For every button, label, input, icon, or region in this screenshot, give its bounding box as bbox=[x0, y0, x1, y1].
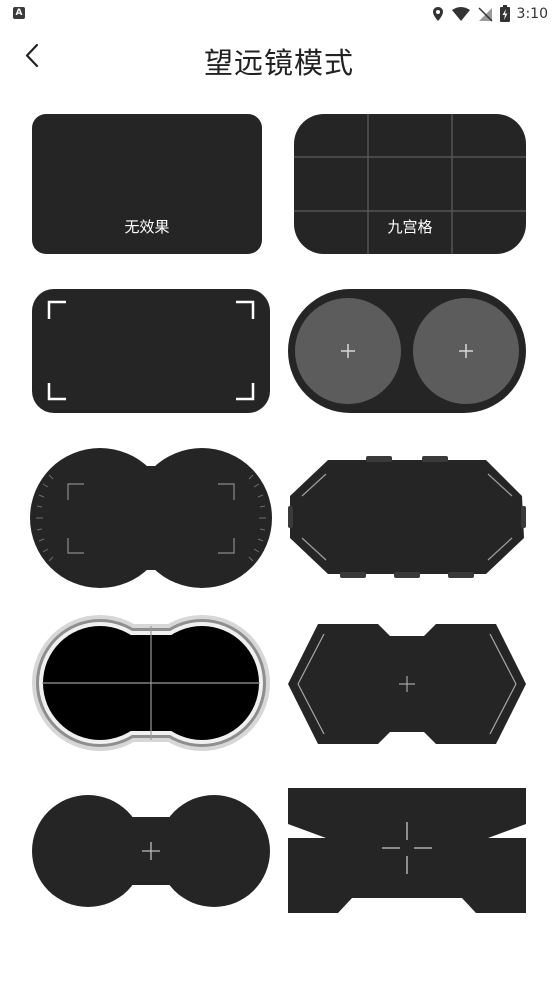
mode-tile-corner-brackets[interactable] bbox=[32, 289, 270, 413]
mode-tile-binocular-scale[interactable] bbox=[30, 448, 272, 588]
mode-tile-hexagon-notch[interactable] bbox=[288, 622, 526, 746]
mode-label-nine-grid: 九宫格 bbox=[387, 218, 433, 236]
status-time: 3:10 bbox=[516, 6, 548, 22]
mode-tile-dumbbell[interactable] bbox=[32, 795, 270, 907]
mode-tile-no-effect[interactable]: 无效果 bbox=[32, 114, 262, 254]
no-sim-icon bbox=[478, 7, 493, 22]
notification-a-icon: A bbox=[13, 7, 25, 19]
mode-tile-octagon[interactable] bbox=[288, 456, 526, 578]
wifi-icon bbox=[451, 7, 470, 21]
dumbbell-shape bbox=[32, 795, 270, 907]
status-bar: A 3:10 bbox=[0, 0, 558, 30]
binocular-metal-shape bbox=[32, 615, 270, 751]
twin-circles-shape bbox=[288, 289, 526, 413]
mode-tile-bowtie-crosshair[interactable] bbox=[288, 788, 526, 913]
battery-charging-icon bbox=[499, 5, 510, 22]
location-icon bbox=[432, 7, 443, 21]
status-icons: 3:10 bbox=[431, 4, 548, 24]
binocular-scale-shape bbox=[30, 448, 272, 588]
corner-brackets-shape bbox=[32, 289, 270, 413]
hexagon-notch-shape bbox=[288, 624, 526, 744]
mode-tile-binocular-metal[interactable] bbox=[32, 612, 270, 754]
page-title: 望远镜模式 bbox=[203, 46, 354, 80]
bowtie-crosshair-shape bbox=[288, 788, 526, 913]
mode-label-no-effect: 无效果 bbox=[124, 218, 170, 236]
octagon-shape bbox=[288, 456, 526, 578]
mode-tile-nine-grid[interactable]: 九宫格 bbox=[294, 114, 526, 254]
mode-tile-twin-circles[interactable] bbox=[288, 289, 526, 413]
top-bar: 望远镜模式 bbox=[0, 30, 558, 84]
